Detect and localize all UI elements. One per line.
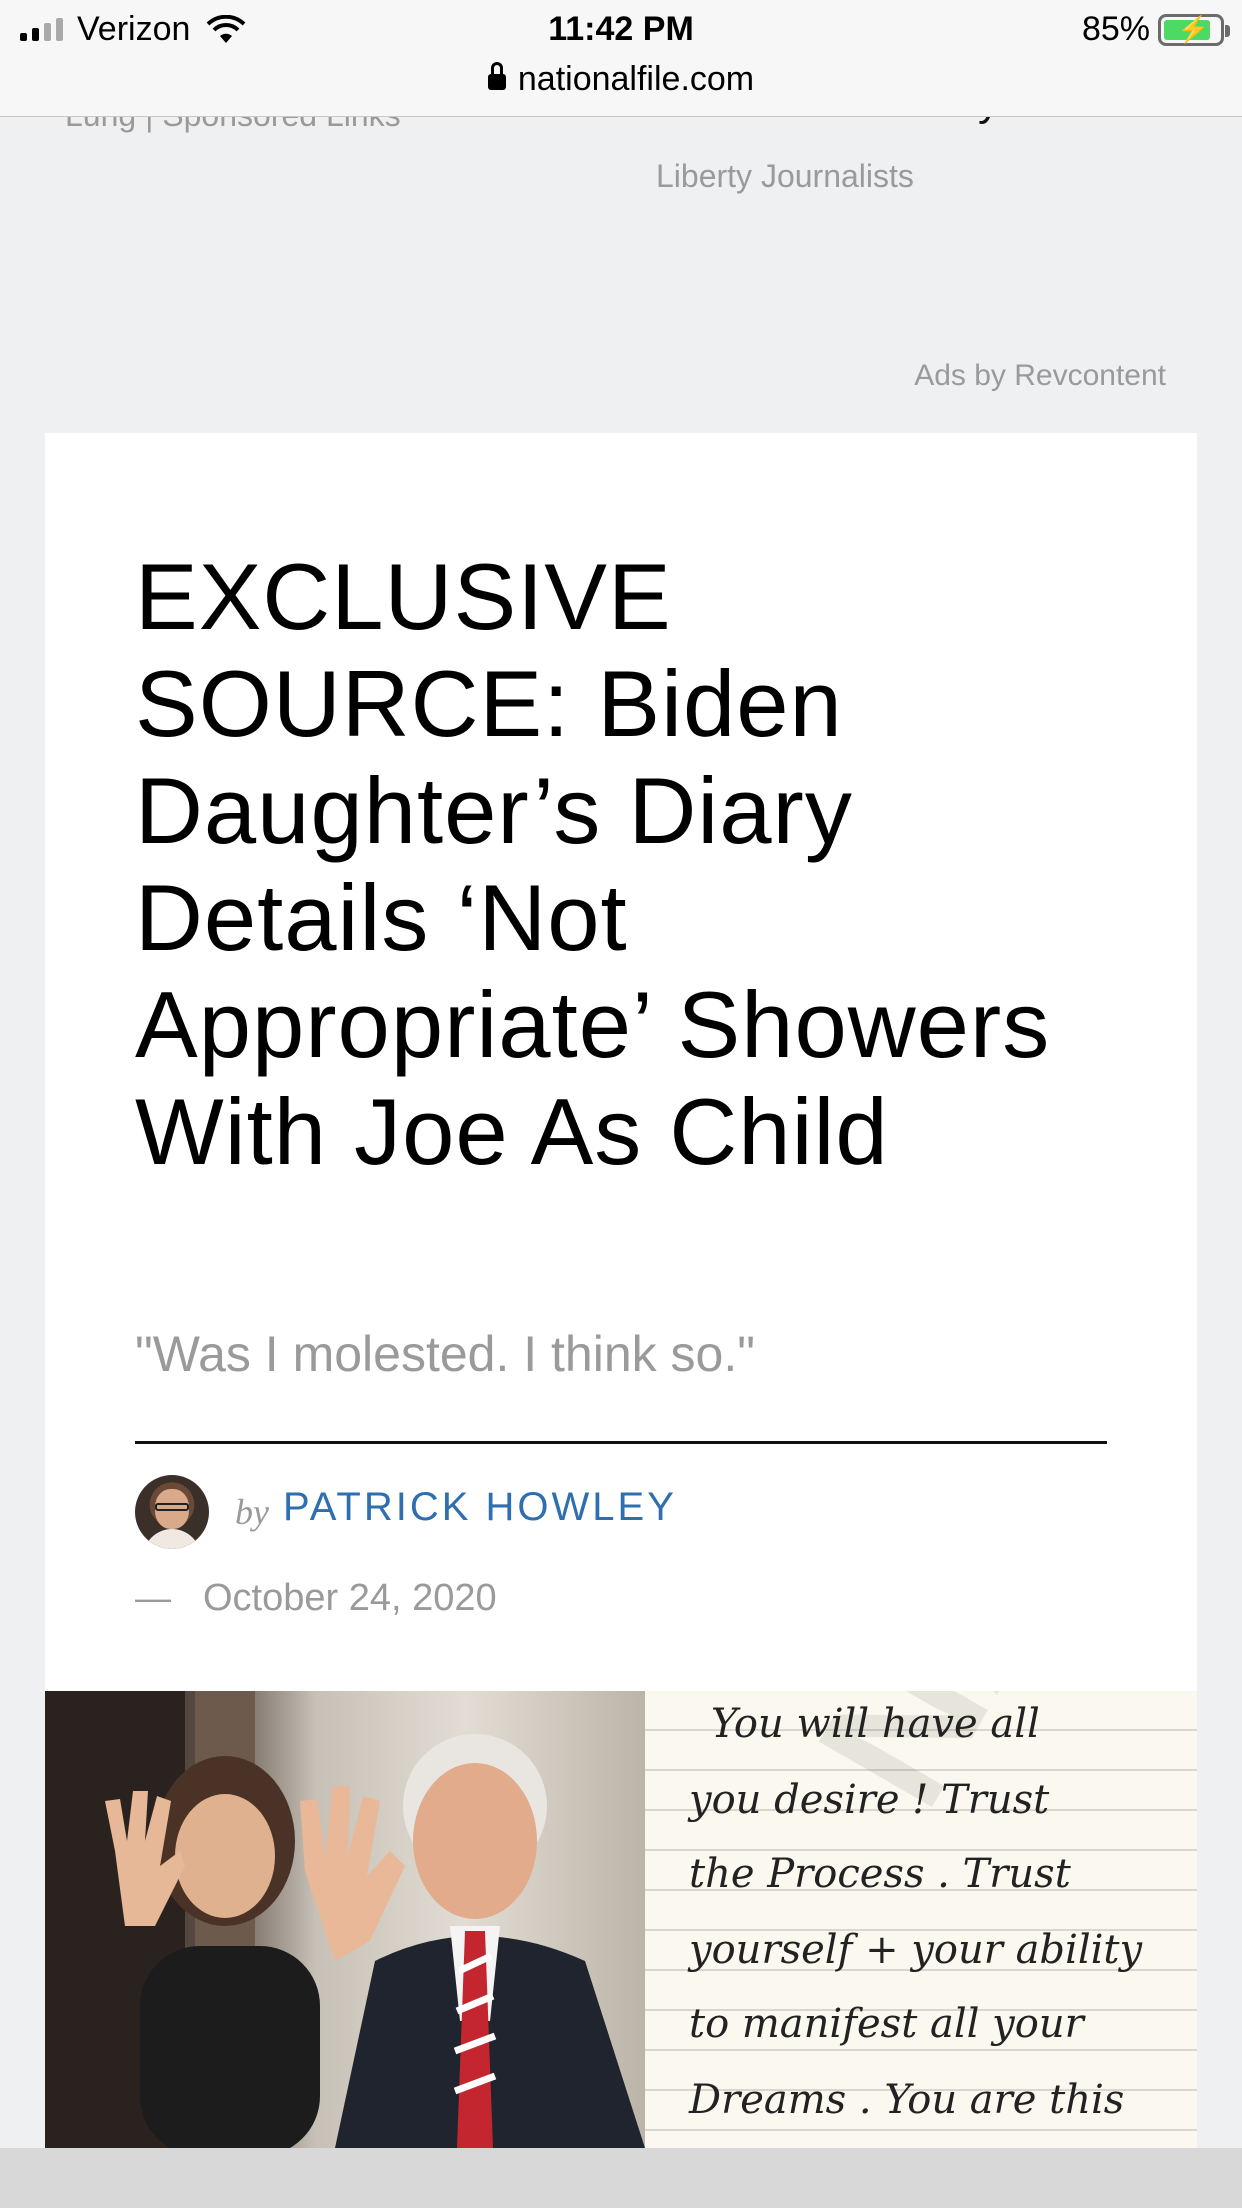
status-right: 85% ⚡ [1081, 10, 1230, 49]
author-avatar[interactable] [135, 1475, 209, 1549]
charging-bolt-icon: ⚡ [1177, 13, 1210, 44]
diary-line: Dreams . You are this [689, 2077, 1125, 2123]
diary-line: you desire ! Trust [689, 1777, 1050, 1823]
status-time: 11:42 PM [548, 10, 694, 48]
publish-date: October 24, 2020 [203, 1577, 497, 1619]
diary-line: You will have all [711, 1701, 1040, 1747]
byline-prefix: by [235, 1492, 269, 1532]
article-card: EXCLUSIVE SOURCE: Biden Daughter’s Diary… [45, 433, 1197, 2208]
date-dash: — [135, 1577, 171, 1618]
browser-bottom-toolbar [0, 2148, 1242, 2208]
article-subtitle: "Was I molested. I think so." [135, 1326, 755, 1382]
headline-divider [135, 1441, 1107, 1444]
diary-page-image: NATIONAL You will have all you desire ! … [645, 1691, 1197, 2148]
diary-line: the Process . Trust [689, 1851, 1071, 1897]
author-link[interactable]: PATRICK HOWLEY [283, 1485, 677, 1530]
browser-status-bar: Verizon 11:42 PM 85% ⚡ nationalfile.com [0, 0, 1242, 117]
lock-icon [487, 62, 506, 92]
article-headline: EXCLUSIVE SOURCE: Biden Daughter’s Diary… [135, 544, 1051, 1184]
biden-photo [45, 1691, 645, 2148]
battery-percent: 85% [1081, 10, 1150, 48]
ad-right-source[interactable]: Liberty Journalists [656, 158, 914, 195]
ads-attribution[interactable]: Ads by Revcontent [914, 359, 1166, 393]
diary-line: to manifest all your [689, 2001, 1084, 2047]
address-bar[interactable]: nationalfile.com [0, 60, 1242, 99]
battery-icon: ⚡ [1158, 13, 1230, 46]
url-text: nationalfile.com [517, 60, 755, 98]
diary-line: yourself + your ability [689, 1927, 1143, 1973]
photo-illustration [45, 1691, 645, 2148]
